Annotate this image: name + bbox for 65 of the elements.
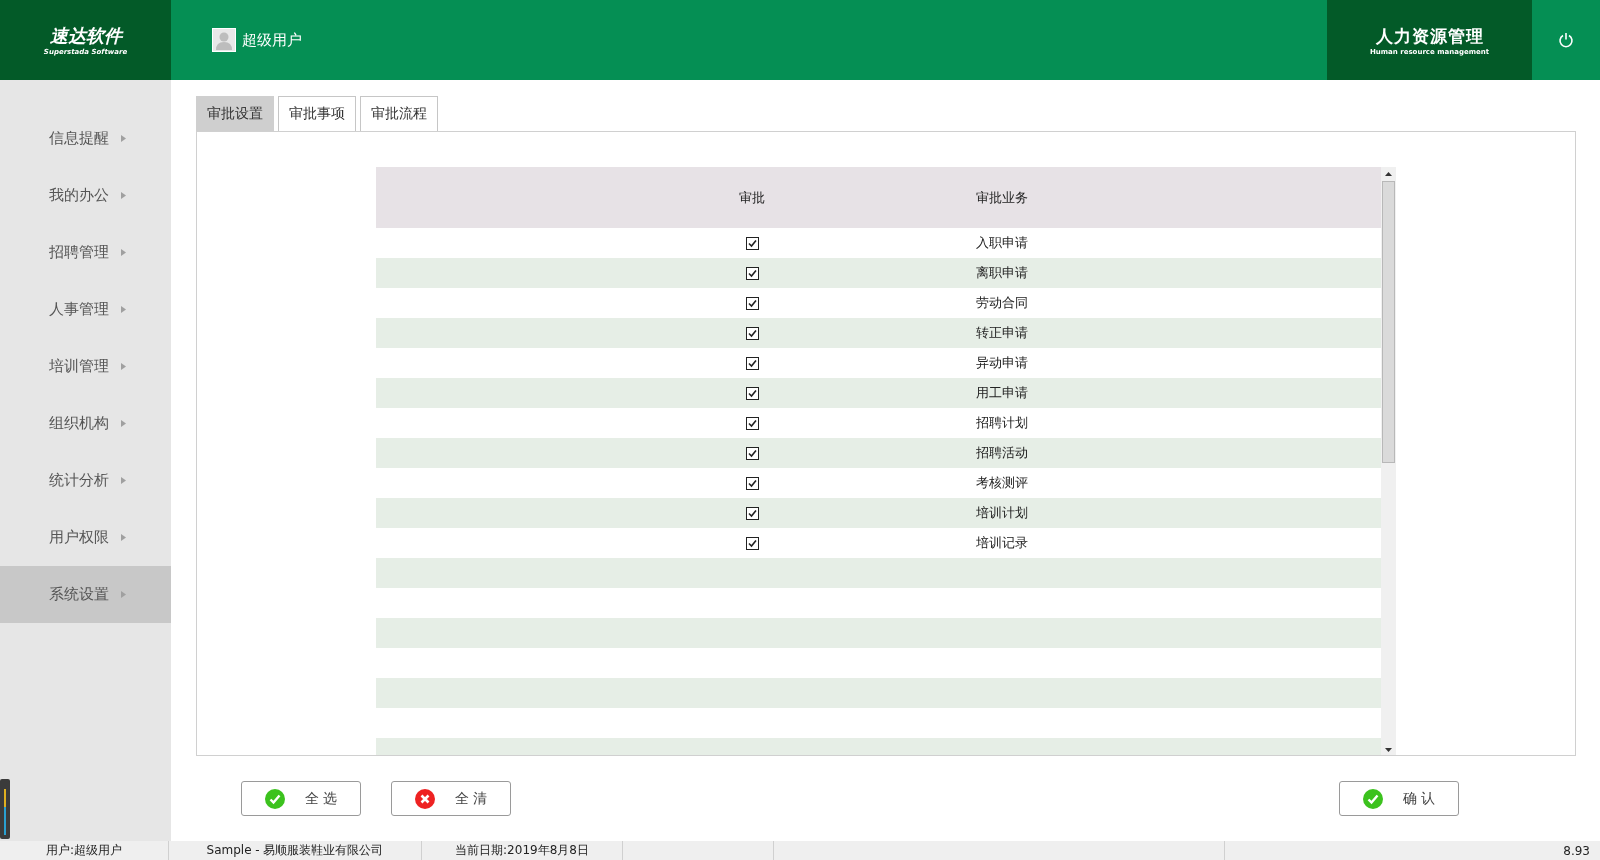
checkbox[interactable] [745,506,759,520]
caret-icon [121,135,126,142]
user-avatar-icon [212,28,236,52]
logo-title: 速达软件 [49,24,122,48]
check-icon [1362,788,1383,809]
status-user: 用户:超级用户 [0,841,169,860]
table-cell-text: 培训计划 [975,504,1029,522]
checkbox[interactable] [745,236,759,250]
action-button[interactable]: 确 认 [1339,781,1459,816]
check-icon [264,788,285,809]
status-company: Sample - 易顺服装鞋业有限公司 [169,841,422,860]
tab[interactable]: 审批流程 [360,96,438,131]
column-header: 审批业务 [975,188,1029,207]
scrollbar-thumb[interactable] [1382,181,1395,463]
caret-icon [121,249,126,256]
tab[interactable]: 审批设置 [196,96,274,131]
table-cell-text: 离职申请 [975,264,1029,282]
scroll-down-icon[interactable] [1385,748,1392,752]
caret-icon [121,420,126,427]
table-cell-text: 异动申请 [975,354,1029,372]
checkbox[interactable] [745,416,759,430]
sidebar-item[interactable]: 组织机构 [0,395,171,452]
sidebar-item[interactable]: 信息提醒 [0,110,171,167]
sidebar-item[interactable]: 人事管理 [0,281,171,338]
status-version: 8.93 [1562,842,1591,860]
table-cell-text: 用工申请 [975,384,1029,402]
table-cell-text: 培训记录 [975,534,1029,552]
table-cell-text: 招聘计划 [975,414,1029,432]
sidebar-item[interactable]: 我的办公 [0,167,171,224]
checkbox[interactable] [745,476,759,490]
level-meter-icon [0,779,10,839]
caret-icon [121,306,126,313]
current-user: 超级用户 [242,30,302,50]
caret-icon [121,477,126,484]
scrollbar[interactable] [1381,167,1396,755]
sidebar-item[interactable]: 用户权限 [0,509,171,566]
sidebar-item[interactable]: 培训管理 [0,338,171,395]
sidebar-item[interactable]: 统计分析 [0,452,171,509]
tab[interactable]: 审批事项 [278,96,356,131]
checkbox[interactable] [745,386,759,400]
checkbox[interactable] [745,446,759,460]
sidebar-item[interactable]: 系统设置 [0,566,171,623]
table-cell-text: 转正申请 [975,324,1029,342]
checkbox[interactable] [745,356,759,370]
column-header: 审批 [738,188,766,207]
table-cell-text: 入职申请 [975,234,1029,252]
sidebar-item[interactable]: 招聘管理 [0,224,171,281]
power-icon [1558,32,1574,48]
checkbox[interactable] [745,296,759,310]
action-button[interactable]: 全 清 [391,781,511,816]
checkbox[interactable] [745,266,759,280]
table-cell-text: 招聘活动 [975,444,1029,462]
caret-icon [121,192,126,199]
scroll-up-icon[interactable] [1385,172,1392,176]
module-title: 人力资源管理 [1375,24,1484,48]
caret-icon [121,534,126,541]
status-date: 当前日期:2019年8月8日 [422,841,623,860]
close-icon [414,788,435,809]
caret-icon [121,363,126,370]
action-button[interactable]: 全 选 [241,781,361,816]
checkbox[interactable] [745,536,759,550]
caret-icon [121,591,126,598]
table-cell-text: 考核测评 [975,474,1029,492]
table-cell-text: 劳动合同 [975,294,1029,312]
checkbox[interactable] [745,326,759,340]
